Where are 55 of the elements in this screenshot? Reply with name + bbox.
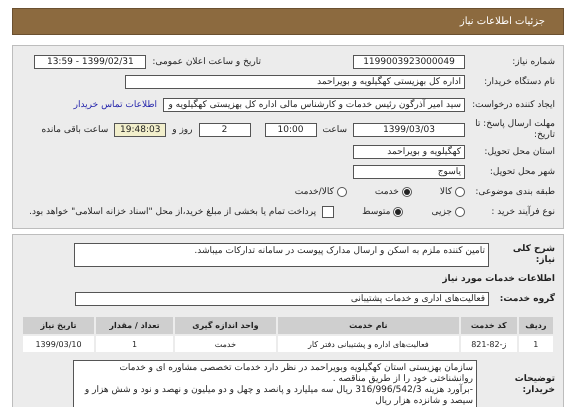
field-label: تاریخ و ساعت اعلان عمومی: xyxy=(152,57,261,67)
field-label: ایجاد کننده درخواست: xyxy=(471,100,555,110)
checkbox-label: پرداخت تمام یا بخشی از مبلغ خرید،از محل "اسناد خزانه اسلامی" خواهد بود. xyxy=(29,207,316,217)
column-header: تاریخ نیاز xyxy=(23,317,94,334)
field-label: ساعت باقی مانده xyxy=(41,125,108,135)
radio-label: خدمت xyxy=(374,187,399,197)
field-label: روز و xyxy=(172,125,192,135)
column-header: تعداد / مقدار xyxy=(96,317,173,334)
field-label: شهر محل تحویل: xyxy=(488,166,555,178)
radio-button[interactable] xyxy=(336,187,347,197)
section-title: اطلاعات خدمات مورد نیاز xyxy=(441,274,555,284)
radio-button[interactable] xyxy=(402,187,412,197)
page-header: جزئیات اطلاعات نیاز xyxy=(12,8,564,35)
time-field[interactable]: 10:00 xyxy=(264,123,316,137)
field-label: توضیحات خریدار: xyxy=(514,374,555,396)
table-cell: 1 xyxy=(96,336,173,352)
checkbox[interactable] xyxy=(322,206,334,218)
text-field[interactable]: یاسوج xyxy=(353,165,465,179)
field-label: شماره نیاز: xyxy=(511,56,555,68)
table-cell: 1 xyxy=(518,336,553,352)
text-field[interactable]: 1399/02/31 - 13:59 xyxy=(34,55,146,69)
column-header: نام خدمت xyxy=(278,317,459,334)
radio-button[interactable] xyxy=(455,187,465,197)
table-cell: ز-82-821 xyxy=(460,336,517,352)
field-label: مهلت ارسال پاسخ: تا تاریخ: xyxy=(474,119,555,141)
text-field[interactable]: سید امیر آذرگون رئیس خدمات و کارشناس مالی اداره کل بهزیستی کهگیلویه و xyxy=(163,98,465,112)
text-field[interactable]: اداره کل بهزیستی کهگیلویه و بویراحمد xyxy=(125,75,465,89)
radio-button[interactable] xyxy=(393,207,404,217)
column-header: واحد اندازه گیری xyxy=(175,317,276,334)
text-field[interactable]: فعالیت‌های اداری و خدمات پشتیبانی xyxy=(75,292,489,306)
field-label: استان محل تحویل: xyxy=(483,146,555,158)
remaining-field: 19:48:03 xyxy=(114,123,166,137)
radio-label: کالا/خدمت xyxy=(294,187,334,197)
field-label: نوع فرآیند خرید : xyxy=(490,206,555,218)
table-cell: خدمت xyxy=(175,336,276,352)
radio-label: جزیی xyxy=(431,207,452,217)
column-header: کد خدمت xyxy=(460,317,517,334)
contact-link[interactable]: اطلاعات تماس خریدار xyxy=(74,100,157,110)
summary-field[interactable]: تامین کننده ملزم به اسکن و ارسال مدارک پیوست در سامانه تدارکات میباشد. xyxy=(74,243,489,267)
field-label: نام دستگاه خریدار: xyxy=(483,76,555,88)
text-field[interactable]: کهگیلویه و بویراحمد xyxy=(353,145,465,159)
radio-label: کالا xyxy=(440,187,452,197)
text-field[interactable]: 1199003923000049 xyxy=(353,55,465,69)
field-label: طبقه بندی موضوعی: xyxy=(474,186,555,198)
table-cell: 1399/03/10 xyxy=(23,336,94,352)
field-label: شرح کلی نیاز: xyxy=(512,244,555,266)
radio-button[interactable] xyxy=(455,207,465,217)
column-header: ردیف xyxy=(518,317,553,334)
field-label: ساعت xyxy=(322,125,347,135)
table-cell: فعالیت‌های اداره و پشتیبانی دفتر کار xyxy=(278,336,459,352)
days-field[interactable]: 2 xyxy=(198,123,250,137)
date-field[interactable]: 1399/03/03 xyxy=(353,123,465,137)
field-label: گروه خدمت: xyxy=(498,294,555,304)
notes-field[interactable]: سازمان بهزیستی استان کهگیلویه وبویراحمد در نظر دارد خدمات تخصصی مشاوره ای و خدمات روانشناختی خود را از طریق مناقصه . -برآورد هزینه 316/996/542/3 ریال سه میلیارد و پانصد و چهل و دو میلیون و نهصد و نود و شش هزار و سیصد و شانزده هزار ریال xyxy=(73,360,477,407)
radio-label: متوسط xyxy=(362,207,390,217)
